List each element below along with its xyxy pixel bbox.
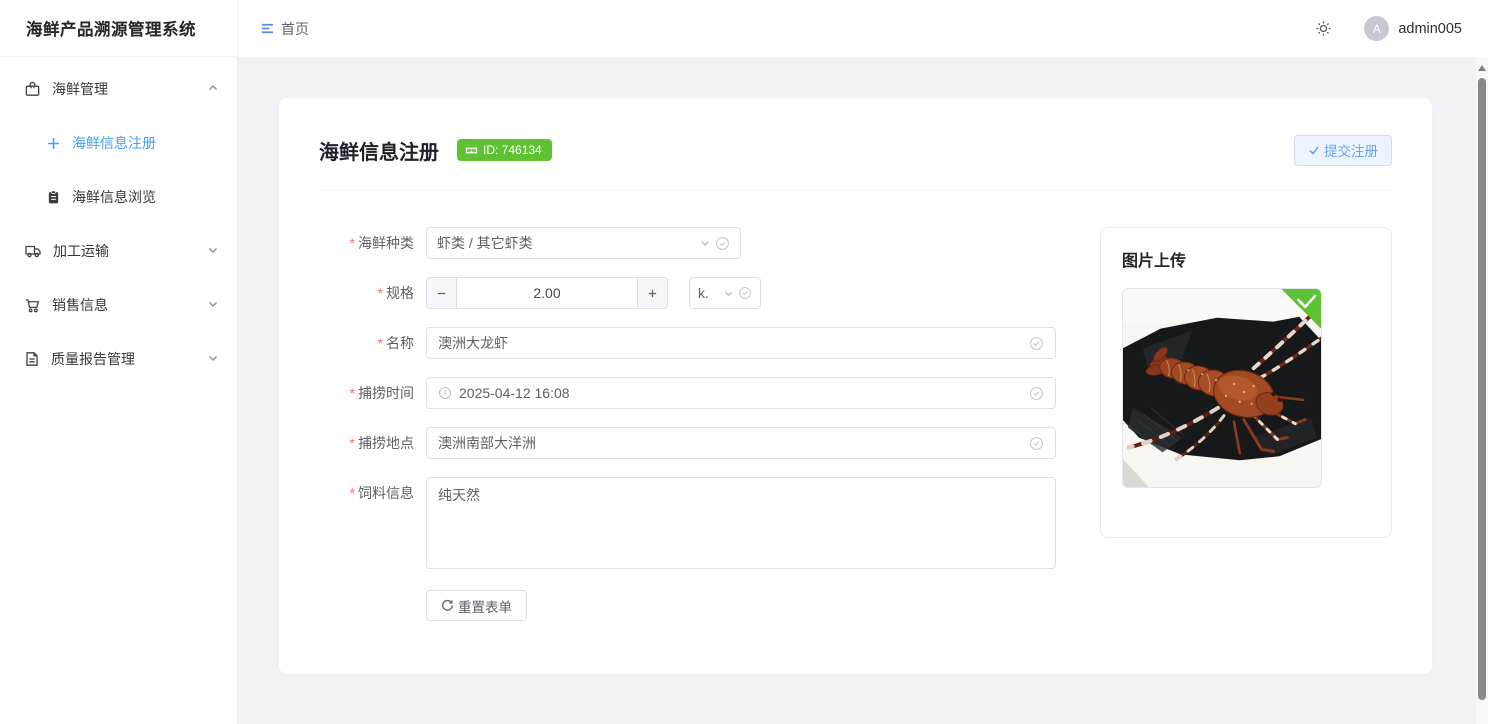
light-theme-icon[interactable]: [1315, 20, 1332, 37]
spec-stepper: [426, 277, 668, 309]
field-label: 捕捞地点: [358, 435, 414, 451]
sidebar-item-label: 加工运输: [53, 243, 109, 259]
catch-time-input[interactable]: [459, 385, 1029, 401]
species-value: 虾类 / 其它虾类: [437, 235, 533, 251]
check-icon: [1309, 146, 1319, 155]
sidebar-item-label: 销售信息: [52, 297, 108, 313]
divider: [319, 190, 1392, 191]
unit-select[interactable]: k.: [689, 277, 761, 309]
app-root: 海鲜产品溯源管理系统 海鲜管理 海鲜信息注册 海鲜信息浏览 加工运输 销售信息 …: [0, 0, 1488, 724]
check-circle-icon: [1029, 386, 1044, 401]
breadcrumb-home[interactable]: 首页: [281, 19, 309, 39]
chevron-down-icon: [699, 237, 711, 249]
username[interactable]: admin005: [1398, 21, 1462, 37]
uploaded-photo-lobster: [1123, 289, 1321, 487]
vertical-scrollbar[interactable]: [1476, 57, 1488, 724]
sidebar-menu: 海鲜管理 海鲜信息注册 海鲜信息浏览 加工运输 销售信息 质量报告管理: [0, 57, 237, 379]
truck-icon: [24, 242, 42, 260]
field-feed: * 饲料信息 纯天然: [319, 477, 1100, 569]
top-header: 首页 A admin005: [238, 0, 1488, 57]
app-title: 海鲜产品溯源管理系统: [0, 0, 237, 57]
sidebar-item-seafood-management[interactable]: 海鲜管理: [0, 69, 237, 109]
sidebar-item-processing-transport[interactable]: 加工运输: [0, 231, 237, 271]
id-badge: ID: 746134: [457, 139, 552, 161]
sidebar: 海鲜产品溯源管理系统 海鲜管理 海鲜信息注册 海鲜信息浏览 加工运输 销售信息 …: [0, 0, 238, 724]
field-label: 捕捞时间: [358, 385, 414, 401]
field-species: * 海鲜种类 虾类 / 其它虾类: [319, 227, 1100, 259]
species-select[interactable]: 虾类 / 其它虾类: [426, 227, 741, 259]
avatar[interactable]: A: [1364, 16, 1390, 41]
submit-register-button[interactable]: 提交注册: [1294, 134, 1392, 166]
check-circle-icon: [738, 286, 752, 300]
spec-input[interactable]: [457, 285, 637, 301]
refresh-icon: [442, 599, 453, 611]
sidebar-item-label: 海鲜信息注册: [72, 135, 156, 151]
feed-textarea[interactable]: 纯天然: [426, 477, 1056, 569]
catch-place-input[interactable]: [438, 435, 1029, 451]
card-header: 海鲜信息注册 ID: 746134 提交注册: [319, 98, 1392, 166]
catch-time-picker[interactable]: [426, 377, 1056, 409]
form-area: * 海鲜种类 虾类 / 其它虾类 * 规格 2.00 k. * 名称 澳洲大龙虾…: [319, 227, 1392, 621]
catch-place-input-wrap: [426, 427, 1056, 459]
name-input-wrap: [426, 327, 1056, 359]
submit-label: 提交注册: [1324, 144, 1378, 159]
field-spec: * 规格 2.00 k.: [319, 277, 1100, 309]
field-name: * 名称: [319, 327, 1100, 359]
report-icon: [24, 351, 40, 367]
collapse-menu-icon[interactable]: [260, 21, 275, 36]
cart-icon: [24, 297, 41, 314]
clipboard-icon: [46, 190, 61, 205]
check-circle-icon: [715, 236, 730, 251]
scrollbar-thumb[interactable]: [1478, 78, 1486, 700]
main-area: 首页 A admin005 海鲜信息注册 ID: 746134 提交注册 * 海…: [238, 0, 1488, 724]
field-label: 海鲜种类: [358, 235, 414, 251]
name-input[interactable]: [438, 335, 1029, 351]
required-asterisk: *: [349, 435, 355, 451]
chevron-down-icon: [723, 288, 734, 299]
scroll-up-arrow[interactable]: [1478, 65, 1486, 71]
field-label: 名称: [386, 335, 414, 351]
required-asterisk: *: [349, 235, 355, 251]
sidebar-item-seafood-register[interactable]: 海鲜信息注册: [0, 123, 237, 163]
field-label: 饲料信息: [358, 485, 414, 501]
field-label: 规格: [386, 285, 414, 301]
sidebar-item-seafood-browse[interactable]: 海鲜信息浏览: [0, 177, 237, 217]
required-asterisk: *: [349, 385, 355, 401]
page-title: 海鲜信息注册: [319, 141, 439, 164]
sidebar-item-label: 质量报告管理: [51, 351, 135, 367]
package-icon: [24, 81, 41, 98]
chevron-up-icon: [207, 81, 219, 97]
chevron-down-icon: [207, 351, 219, 367]
clock-icon: [438, 386, 452, 400]
chevron-down-icon: [207, 297, 219, 313]
sidebar-item-sales-info[interactable]: 销售信息: [0, 285, 237, 325]
image-upload-panel: 图片上传: [1100, 227, 1392, 538]
ticket-icon: [465, 147, 478, 153]
uploaded-image[interactable]: [1122, 288, 1322, 488]
register-card: 海鲜信息注册 ID: 746134 提交注册 * 海鲜种类 虾类 / 其它虾类 …: [279, 98, 1432, 674]
register-form: * 海鲜种类 虾类 / 其它虾类 * 规格 2.00 k. * 名称 澳洲大龙虾…: [319, 227, 1100, 621]
header-right: A admin005: [1315, 16, 1462, 41]
required-asterisk: *: [377, 335, 383, 351]
sidebar-item-label: 海鲜管理: [52, 81, 108, 97]
plus-icon: [46, 136, 61, 151]
field-catch-place: * 捕捞地点: [319, 427, 1100, 459]
upload-title: 图片上传: [1122, 253, 1187, 270]
unit-value: k.: [698, 285, 709, 301]
page-content: 海鲜信息注册 ID: 746134 提交注册 * 海鲜种类 虾类 / 其它虾类 …: [238, 57, 1488, 724]
increase-button[interactable]: [637, 278, 667, 308]
required-asterisk: *: [349, 485, 355, 501]
field-catch-time: * 捕捞时间: [319, 377, 1100, 409]
decrease-button[interactable]: [427, 278, 457, 308]
reset-label: 重置表单: [458, 599, 512, 615]
check-circle-icon: [1029, 436, 1044, 451]
chevron-down-icon: [207, 243, 219, 259]
check-circle-icon: [1029, 336, 1044, 351]
sidebar-item-quality-report[interactable]: 质量报告管理: [0, 339, 237, 379]
id-badge-text: ID: 746134: [483, 143, 542, 157]
required-asterisk: *: [377, 285, 383, 301]
breadcrumb: 首页: [260, 19, 309, 39]
sidebar-item-label: 海鲜信息浏览: [72, 189, 156, 205]
reset-form-button[interactable]: 重置表单: [426, 590, 527, 621]
